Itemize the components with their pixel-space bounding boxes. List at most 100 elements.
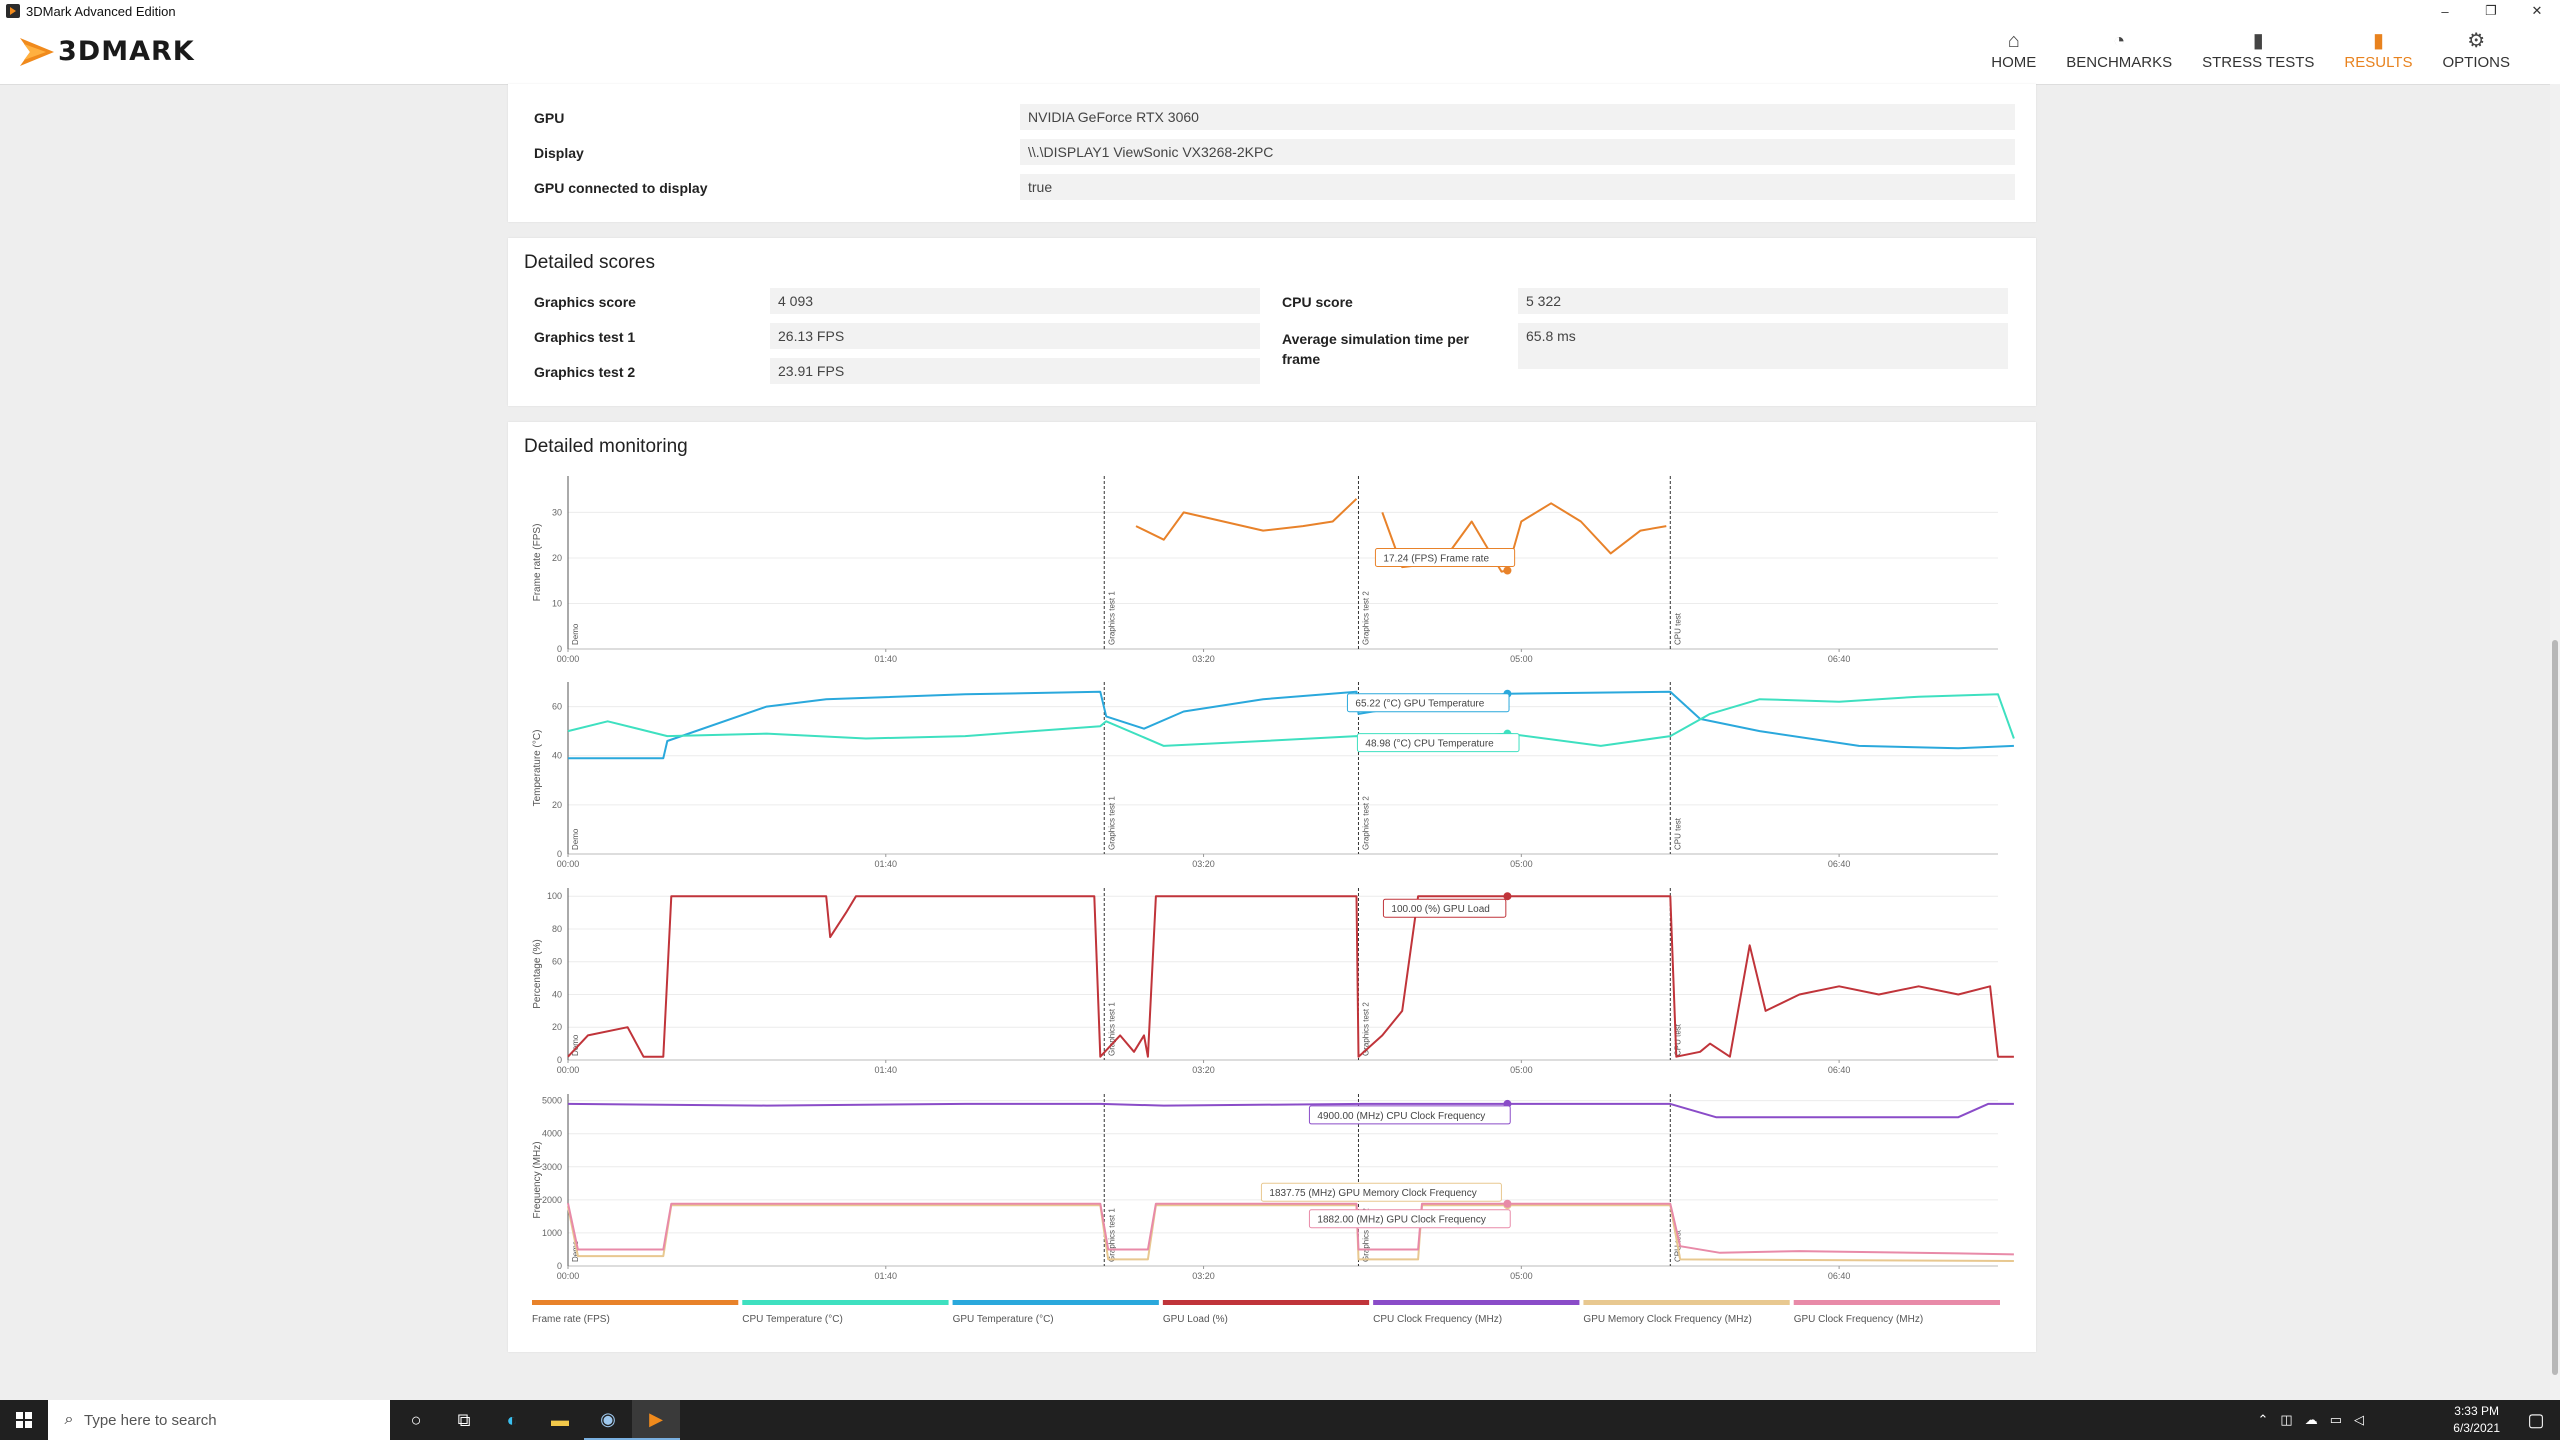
gpu-load-line <box>567 895 2014 1058</box>
app-header: 3DMARK ⌂ HOME ◔ BENCHMARKS ▮ STRESS TEST… <box>0 22 2560 85</box>
y-tick-label: 40 <box>552 751 562 761</box>
legend-label: CPU Clock Frequency (MHz) <box>1373 1314 1502 1325</box>
scrollbar-thumb[interactable] <box>2552 640 2558 1375</box>
legend-swatch <box>1793 1300 2000 1305</box>
x-tick-label: 00:00 <box>557 859 580 869</box>
clock-time: 3:33 PM <box>2454 1404 2499 1418</box>
graphics-test-1-value: 26.13 FPS <box>770 323 1260 349</box>
y-tick-label: 0 <box>557 1055 562 1065</box>
y-axis-label: Temperature (°C) <box>532 730 543 807</box>
bars-icon: ▮ <box>2252 30 2264 52</box>
x-tick-label: 06:40 <box>1828 1271 1851 1281</box>
phase-label: Demo <box>571 828 580 850</box>
y-tick-label: 3000 <box>542 1162 562 1172</box>
cursor-dot <box>1503 1199 1512 1208</box>
nav-options[interactable]: ⚙ OPTIONS <box>2442 28 2510 71</box>
y-tick-label: 5000 <box>542 1096 562 1106</box>
legend-label: Frame rate (FPS) <box>532 1314 610 1325</box>
camera-icon[interactable]: ◫ <box>2280 1412 2292 1428</box>
monitoring-chart[interactable]: 0102030Frame rate (FPS)00:00 01:40 03:20 05… <box>508 466 2036 1346</box>
main-nav: ⌂ HOME ◔ BENCHMARKS ▮ STRESS TESTS ▮ RES… <box>1961 28 2510 71</box>
nav-benchmarks[interactable]: ◔ BENCHMARKS <box>2066 28 2172 71</box>
x-tick-label: 00:00 <box>557 1065 580 1075</box>
y-tick-label: 1000 <box>542 1228 562 1238</box>
taskbar-search-box[interactable]: ⌕ Type here to search <box>48 1400 390 1440</box>
3dmark-taskbar-icon[interactable]: ▶ <box>632 1400 680 1440</box>
system-tray[interactable]: ⌃ ◫ ☁ ▭ ◁ <box>2252 1400 2371 1440</box>
search-placeholder: Type here to search <box>84 1411 217 1429</box>
cloud-icon[interactable]: ☁ <box>2305 1412 2318 1428</box>
y-tick-label: 4000 <box>542 1129 562 1139</box>
task-view-icon[interactable]: ⧉ <box>440 1400 488 1440</box>
taskbar-clock[interactable]: 3:33 PM 6/3/2021 <box>2453 1403 2500 1437</box>
tooltip-text: 48.98 (°C) CPU Temperature <box>1365 739 1494 750</box>
tooltip-text: 4900.00 (MHz) CPU Clock Frequency <box>1317 1111 1485 1122</box>
phase-label: CPU test <box>1673 817 1682 850</box>
system-info-card: GPU NVIDIA GeForce RTX 3060 Display \\.\… <box>508 84 2036 222</box>
nav-stress-tests[interactable]: ▮ STRESS TESTS <box>2202 28 2314 71</box>
graphics-score-value: 4 093 <box>770 288 1260 314</box>
gpu-connected-label: GPU connected to display <box>534 180 708 196</box>
graphics-test-2-value: 23.91 FPS <box>770 358 1260 384</box>
legend-label: CPU Temperature (°C) <box>742 1314 843 1325</box>
cpu-score-label: CPU score <box>1282 294 1353 310</box>
y-tick-label: 20 <box>552 800 562 810</box>
cpu-score-value: 5 322 <box>1518 288 2008 314</box>
phase-label: Graphics test 1 <box>1107 591 1116 645</box>
cursor-dot <box>1503 566 1512 575</box>
graphics-test-2-label: Graphics test 2 <box>534 364 636 380</box>
nav-stress-tests-label: STRESS TESTS <box>2202 54 2315 71</box>
avg-sim-time-value: 65.8 ms <box>1518 323 2008 369</box>
gear-icon: ⚙ <box>2467 30 2486 52</box>
page-scrollbar[interactable] <box>2550 84 2560 1400</box>
x-tick-label: 06:40 <box>1828 859 1851 869</box>
window-title: 3DMark Advanced Edition <box>26 3 176 19</box>
start-button[interactable] <box>0 1400 48 1440</box>
y-tick-label: 10 <box>552 598 562 608</box>
legend-label: GPU Clock Frequency (MHz) <box>1794 1314 1923 1325</box>
legend-swatch <box>952 1300 1159 1305</box>
minimize-button[interactable]: – <box>2422 0 2468 22</box>
x-tick-label: 00:00 <box>557 654 580 664</box>
nav-options-label: OPTIONS <box>2442 54 2510 71</box>
y-tick-label: 60 <box>552 957 562 967</box>
phase-label: Graphics test 2 <box>1361 591 1370 645</box>
close-button[interactable]: ✕ <box>2514 0 2560 22</box>
nav-results[interactable]: ▮ RESULTS <box>2344 28 2412 71</box>
y-tick-label: 0 <box>557 849 562 859</box>
network-icon[interactable]: ▭ <box>2330 1412 2342 1428</box>
edge-browser-icon[interactable]: ◐ <box>488 1400 536 1440</box>
maximize-button[interactable]: ❐ <box>2468 0 2514 22</box>
x-tick-label: 01:40 <box>875 859 898 869</box>
detailed-monitoring-card: Detailed monitoring 0 10 20 30 Frame rate (F… <box>508 422 2036 1352</box>
y-axis-label: Frame rate (FPS) <box>532 524 543 602</box>
clock-date: 6/3/2021 <box>2453 1421 2500 1435</box>
file-explorer-icon[interactable]: ▬ <box>536 1400 584 1440</box>
volume-icon[interactable]: ◁ <box>2354 1412 2364 1428</box>
gpu-temperature-line <box>568 690 2014 760</box>
y-tick-label: 2000 <box>542 1195 562 1205</box>
x-tick-label: 05:00 <box>1510 1065 1533 1075</box>
cpu-clock-line <box>567 1102 2014 1119</box>
steam-icon[interactable]: ◉ <box>584 1400 632 1440</box>
nav-home[interactable]: ⌂ HOME <box>1991 28 2036 71</box>
cortana-icon[interactable]: ○ <box>392 1400 440 1440</box>
nav-benchmarks-label: BENCHMARKS <box>2066 54 2173 71</box>
tooltip-text: 1837.75 (MHz) GPU Memory Clock Frequency <box>1269 1188 1476 1199</box>
search-icon: ⌕ <box>64 1411 74 1428</box>
phase-label: Demo <box>571 623 580 645</box>
notifications-icon[interactable]: ▢ <box>2512 1400 2560 1440</box>
y-tick-label: 0 <box>557 1261 562 1271</box>
y-tick-label: 80 <box>552 924 562 934</box>
chevron-up-icon[interactable]: ⌃ <box>2258 1412 2269 1428</box>
x-tick-label: 03:20 <box>1192 654 1215 664</box>
x-tick-label: 03:20 <box>1192 1271 1215 1281</box>
y-tick-label: 0 <box>557 644 562 654</box>
brand-logo[interactable]: 3DMARK <box>18 32 195 70</box>
phase-label: CPU test <box>1673 612 1682 645</box>
y-tick-label: 100 <box>547 891 562 901</box>
gauge-icon: ◔ <box>2113 30 2126 52</box>
legend-swatch <box>742 1300 949 1305</box>
detailed-scores-card: Detailed scores Graphics score 4 093 Gra… <box>508 238 2036 406</box>
home-icon: ⌂ <box>2007 30 2020 52</box>
